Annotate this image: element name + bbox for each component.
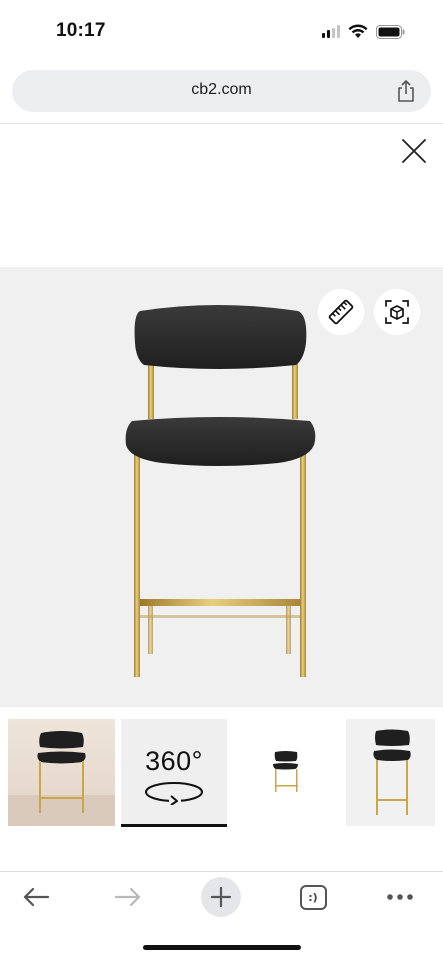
arrow-left-icon xyxy=(23,887,50,907)
close-icon[interactable] xyxy=(400,137,428,165)
arrow-right-icon xyxy=(114,887,141,907)
status-bar: 10:17 xyxy=(0,0,443,62)
tabs-count-label: :) xyxy=(299,884,327,910)
status-time: 10:17 xyxy=(56,20,106,41)
share-icon[interactable] xyxy=(395,79,417,103)
address-bar[interactable]: cb2.com xyxy=(12,70,431,112)
360-label: 360° xyxy=(145,746,203,776)
new-tab-button[interactable] xyxy=(201,877,241,917)
thumbnail-product[interactable] xyxy=(346,719,435,826)
wifi-icon xyxy=(348,24,368,38)
back-button[interactable] xyxy=(18,878,54,916)
measure-button[interactable] xyxy=(318,289,364,335)
thumbnail-360-view[interactable]: 360° xyxy=(121,719,227,826)
plus-icon xyxy=(210,886,232,908)
thumbnail-stool-front-image xyxy=(373,729,411,815)
header-divider xyxy=(0,123,443,124)
more-button[interactable] xyxy=(382,878,418,916)
battery-icon xyxy=(376,24,405,39)
thumbnail-small-product[interactable] xyxy=(232,719,339,826)
browser-toolbar: :) xyxy=(0,872,443,922)
thumbnail-stool-small-image xyxy=(273,751,298,792)
ar-cube-icon xyxy=(385,300,409,324)
cellular-signal-icon xyxy=(322,25,340,38)
home-indicator[interactable] xyxy=(143,945,301,950)
active-thumbnail-indicator xyxy=(121,824,227,827)
thumbnail-stool-image xyxy=(8,731,115,826)
thumbnail-lifestyle[interactable] xyxy=(8,719,115,826)
ar-view-button[interactable] xyxy=(374,289,420,335)
url-text[interactable]: cb2.com xyxy=(12,81,431,99)
rotate-360-icon xyxy=(145,782,203,805)
status-icons xyxy=(322,24,405,39)
ellipsis-icon xyxy=(387,894,413,900)
tabs-button[interactable]: :) xyxy=(298,878,328,916)
product-image-viewer[interactable] xyxy=(0,267,443,707)
ruler-icon xyxy=(328,299,354,325)
forward-button[interactable] xyxy=(110,878,146,916)
thumbnail-strip: 360° xyxy=(0,719,443,831)
bar-stool-image xyxy=(125,305,316,677)
